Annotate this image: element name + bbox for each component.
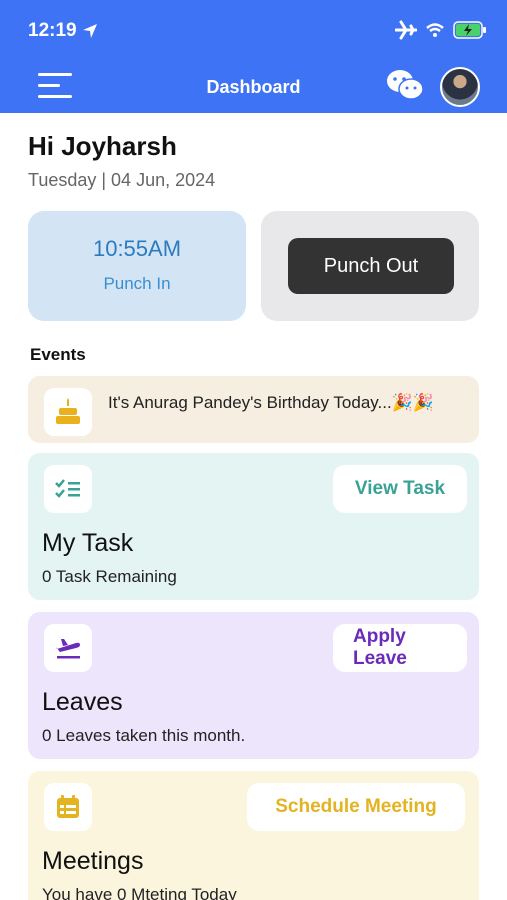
punch-in-label: Punch In bbox=[103, 274, 171, 293]
leaves-card: Apply Leave Leaves 0 Leaves taken this m… bbox=[28, 612, 479, 759]
airplane-icon bbox=[395, 20, 417, 40]
wechat-icon[interactable] bbox=[386, 68, 424, 102]
page-title: Dashboard bbox=[206, 77, 301, 97]
location-arrow-icon bbox=[83, 24, 97, 38]
wifi-icon bbox=[426, 23, 444, 37]
top-app-bar: 12:19 Dashboard bbox=[0, 0, 507, 113]
cake-icon bbox=[44, 388, 92, 436]
status-time: 12:19 bbox=[28, 20, 77, 41]
greeting-name: Hi Joyharsh bbox=[28, 131, 177, 161]
view-task-button[interactable]: View Task bbox=[333, 465, 467, 513]
event-text: It's Anurag Pandey's Birthday Today...🎉🎉 bbox=[108, 393, 435, 412]
flight-takeoff-icon bbox=[44, 624, 92, 672]
schedule-meeting-button[interactable]: Schedule Meeting bbox=[247, 783, 465, 831]
meetings-subtitle: You have 0 Mteting Today bbox=[42, 885, 237, 900]
leaves-subtitle: 0 Leaves taken this month. bbox=[42, 726, 246, 745]
punch-out-card: Punch Out bbox=[261, 211, 479, 321]
checklist-icon bbox=[44, 465, 92, 513]
leaves-title: Leaves bbox=[42, 688, 123, 716]
task-title: My Task bbox=[42, 529, 134, 557]
greeting-date: Tuesday | 04 Jun, 2024 bbox=[28, 170, 216, 190]
punch-out-button[interactable]: Punch Out bbox=[288, 238, 454, 294]
meetings-card: Schedule Meeting Meetings You have 0 Mte… bbox=[28, 771, 479, 900]
task-subtitle: 0 Task Remaining bbox=[42, 567, 177, 586]
battery-icon bbox=[453, 21, 486, 39]
punch-in-time: 10:55AM bbox=[92, 236, 182, 261]
punch-in-card: 10:55AM Punch In bbox=[28, 211, 246, 321]
apply-leave-button[interactable]: Apply Leave bbox=[333, 624, 467, 672]
meetings-title: Meetings bbox=[42, 847, 144, 875]
events-heading: Events bbox=[30, 345, 86, 364]
calendar-icon bbox=[44, 783, 92, 831]
event-item: It's Anurag Pandey's Birthday Today...🎉🎉 bbox=[28, 376, 479, 443]
status-indicators bbox=[395, 20, 487, 40]
avatar[interactable] bbox=[440, 67, 480, 107]
task-card: View Task My Task 0 Task Remaining bbox=[28, 453, 479, 600]
